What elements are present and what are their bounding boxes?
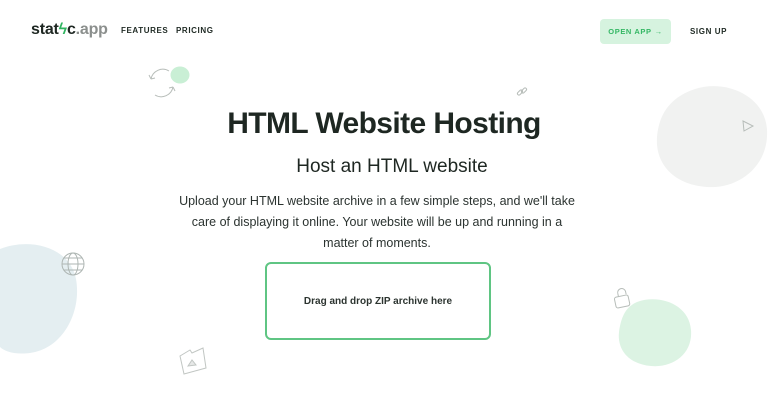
page-subtitle: Host an HTML website [296, 156, 488, 177]
hero-description: Upload your HTML website archive in a fe… [179, 194, 575, 250]
refresh-icon [145, 66, 179, 105]
logo-text-c: c [66, 21, 76, 38]
logo-ext: .app [75, 21, 108, 38]
nav-link-pricing[interactable]: PRICING [176, 26, 214, 35]
open-app-label: OPEN APP [608, 27, 652, 36]
arrow-right-icon: → [654, 27, 663, 36]
logo-text: stat [31, 21, 59, 38]
dropzone-label: Drag and drop ZIP archive here [303, 295, 453, 307]
folder-icon [176, 346, 208, 381]
logo-bolt-icon: ϟ [58, 21, 67, 38]
zip-dropzone[interactable]: Drag and drop ZIP archive here [265, 262, 491, 340]
nav-link-features[interactable]: FEATURES [121, 26, 168, 35]
open-app-button[interactable]: OPEN APP → [600, 19, 671, 44]
page-title: HTML Website Hosting [227, 107, 541, 140]
globe-icon [60, 251, 86, 282]
link-icon [516, 85, 528, 103]
lock-icon [612, 286, 634, 315]
logo[interactable]: statϟc.app [31, 21, 108, 39]
sign-up-link[interactable]: SIGN UP [690, 27, 727, 36]
top-nav: statϟc.app FEATURES PRICING OPEN APP → S… [0, 0, 768, 62]
